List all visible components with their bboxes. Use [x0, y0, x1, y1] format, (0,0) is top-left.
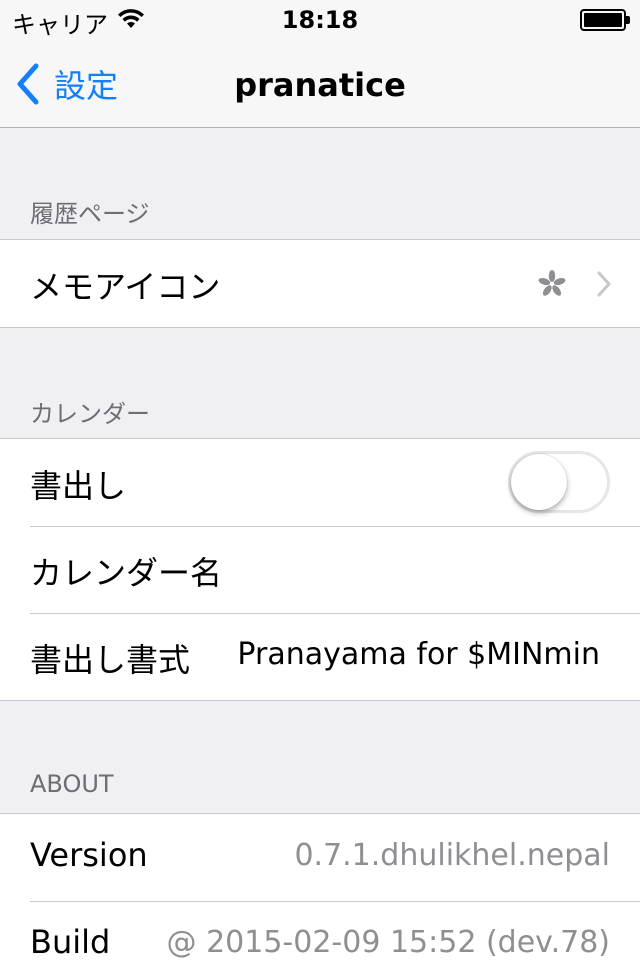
- memo-icon-row[interactable]: メモアイコン: [0, 240, 640, 327]
- export-toggle[interactable]: [508, 451, 610, 513]
- export-row: 書出し: [0, 439, 640, 526]
- version-label: Version: [30, 836, 148, 874]
- version-row: Version 0.7.1.dhulikhel.nepal: [0, 814, 640, 901]
- page-title: pranatice: [234, 66, 406, 104]
- section-header-history: 履歴ページ: [30, 200, 150, 228]
- toggle-knob: [511, 454, 567, 510]
- calendar-name-label: カレンダー名: [30, 554, 223, 592]
- build-label: Build: [30, 923, 111, 960]
- battery-icon: [580, 9, 630, 31]
- clock: 18:18: [281, 6, 359, 34]
- export-label: 書出し: [30, 467, 127, 505]
- about-group: Version 0.7.1.dhulikhel.nepal Build @ 20…: [0, 813, 640, 960]
- build-value: @ 2015-02-09 15:52 (dev.78): [166, 925, 610, 960]
- flower-icon: [538, 270, 566, 296]
- export-format-field[interactable]: Pranayama for $MINmin: [237, 637, 600, 672]
- navigation-bar: 設定 pranatice: [0, 40, 640, 128]
- section-header-about: ABOUT: [30, 770, 114, 798]
- memo-icon-label: メモアイコン: [30, 268, 221, 306]
- chevron-right-icon: [597, 271, 611, 297]
- version-value: 0.7.1.dhulikhel.nepal: [294, 838, 610, 873]
- history-group: メモアイコン: [0, 239, 640, 328]
- calendar-group: 書出し カレンダー名 書出し書式 Pranayama for $MINmin: [0, 438, 640, 701]
- export-format-row[interactable]: 書出し書式 Pranayama for $MINmin: [0, 613, 640, 700]
- calendar-name-row[interactable]: カレンダー名: [0, 526, 640, 613]
- build-row: Build @ 2015-02-09 15:52 (dev.78): [0, 901, 640, 960]
- export-format-label: 書出し書式: [30, 641, 191, 679]
- status-bar: キャリア 18:18: [0, 0, 640, 40]
- section-header-calendar: カレンダー: [30, 400, 150, 428]
